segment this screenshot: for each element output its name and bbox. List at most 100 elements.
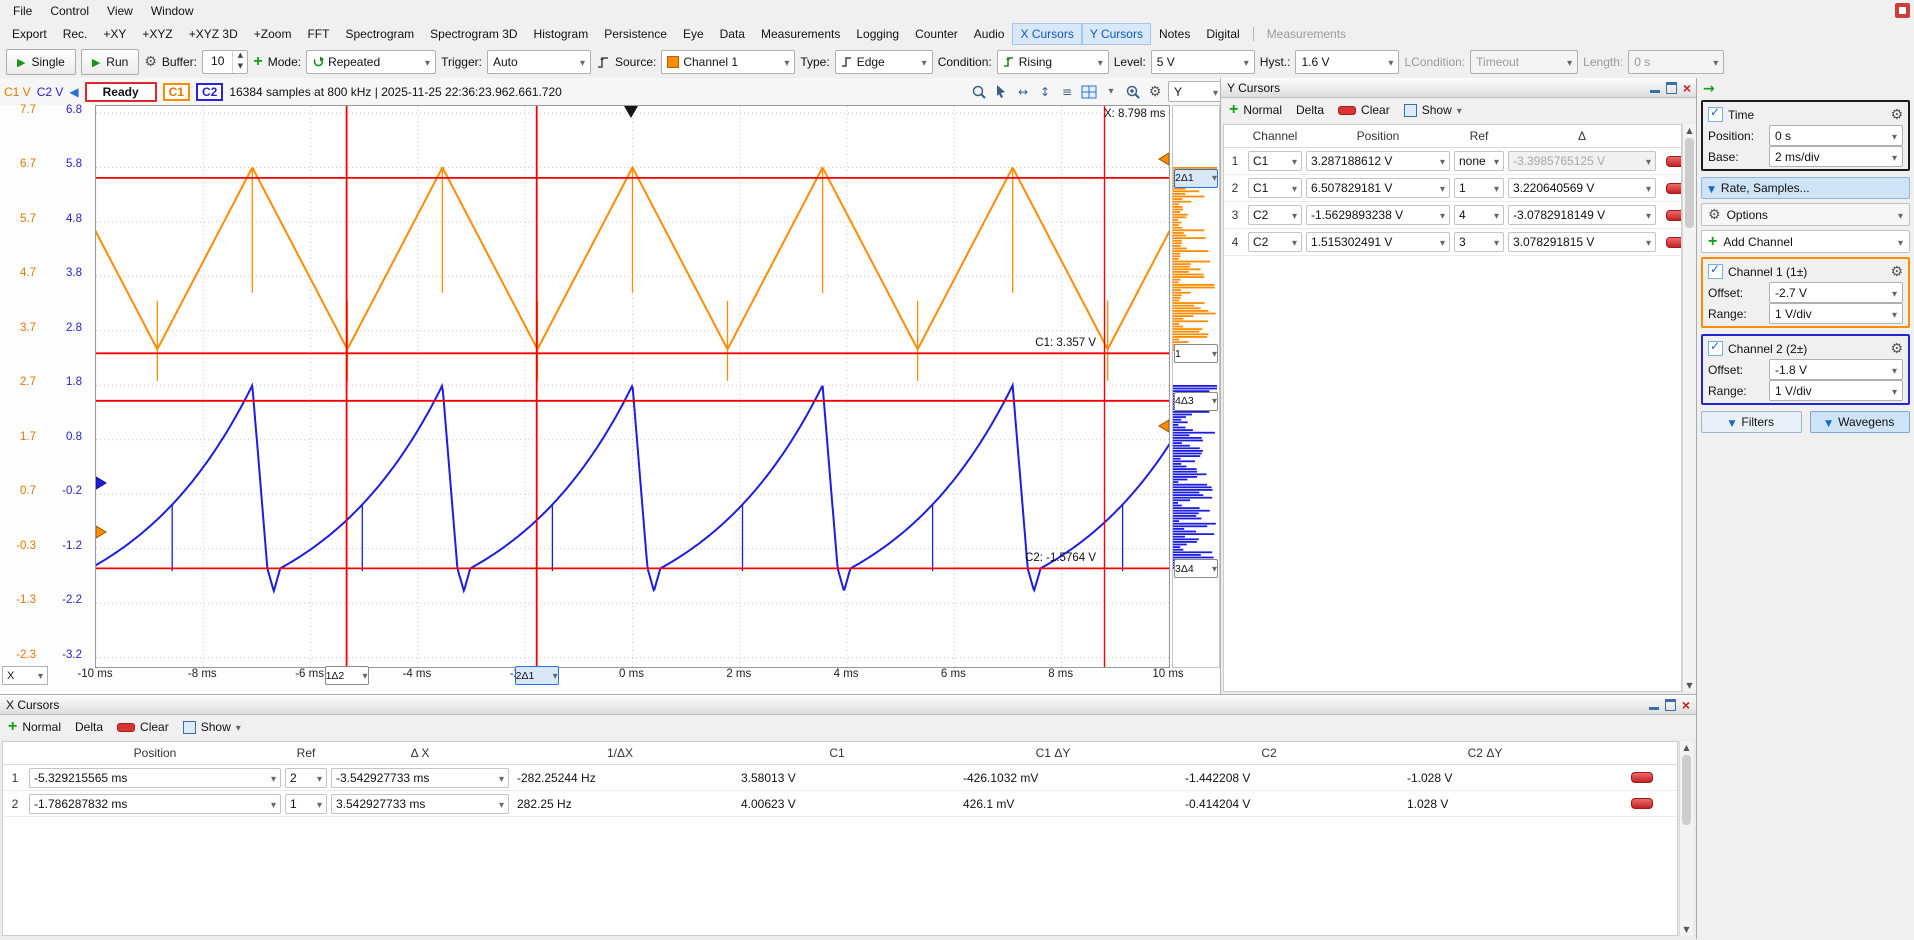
y-panel-scrollbar[interactable]: ▲ ▼ bbox=[1682, 124, 1696, 692]
remove-cursor-button[interactable] bbox=[1631, 772, 1653, 783]
ref-select[interactable]: none bbox=[1454, 151, 1504, 171]
delta-x-select[interactable]: -3.542927733 ms bbox=[331, 768, 509, 788]
tab-rec[interactable]: Rec. bbox=[55, 23, 96, 45]
add-normal-cursor-button[interactable]: Normal bbox=[8, 720, 61, 734]
ref-select[interactable]: 1 bbox=[285, 794, 327, 814]
tab-spectrogram-3d[interactable]: Spectrogram 3D bbox=[422, 23, 525, 45]
filters-button[interactable]: Filters bbox=[1701, 411, 1802, 433]
zoom-in-icon[interactable] bbox=[1124, 83, 1142, 101]
y-cursor-handle[interactable]: 3Δ4 bbox=[1174, 559, 1218, 578]
remove-cursor-button[interactable] bbox=[1631, 798, 1653, 809]
position-select[interactable]: -5.329215565 ms bbox=[29, 768, 281, 788]
scroll-up-icon[interactable]: ▲ bbox=[1683, 124, 1696, 137]
menu-view[interactable]: View bbox=[98, 1, 142, 21]
y-cursor-handle[interactable]: 2Δ1 bbox=[1174, 169, 1218, 188]
fit-vertical-icon[interactable]: ↕ bbox=[1036, 83, 1054, 101]
channel1-ground-marker[interactable] bbox=[96, 526, 106, 538]
delta-select[interactable]: -3.3985765125 V bbox=[1508, 151, 1656, 171]
ref-select[interactable]: 4 bbox=[1454, 205, 1504, 225]
close-icon[interactable]: × bbox=[1682, 700, 1690, 710]
channel-select[interactable]: C1 bbox=[1248, 178, 1302, 198]
tab-xyz[interactable]: +XYZ bbox=[134, 23, 180, 45]
y-cursor-handle[interactable]: 1 bbox=[1174, 344, 1218, 363]
show-menu-button[interactable]: Show bbox=[1404, 103, 1462, 117]
y-scale-select[interactable]: Y bbox=[1168, 81, 1224, 102]
gear-icon[interactable] bbox=[144, 54, 157, 70]
align-levels-icon[interactable]: ≡ bbox=[1058, 83, 1076, 101]
tab-zoom[interactable]: +Zoom bbox=[246, 23, 300, 45]
clear-cursors-button[interactable]: Clear bbox=[1338, 103, 1390, 117]
remove-cursor-button[interactable] bbox=[1666, 210, 1682, 221]
tab-notes[interactable]: Notes bbox=[1151, 23, 1198, 45]
tab-fft[interactable]: FFT bbox=[299, 23, 337, 45]
channel1-tag[interactable]: C1 bbox=[163, 83, 190, 101]
maximize-icon[interactable] bbox=[1665, 699, 1676, 711]
time-position-select[interactable]: 0 s bbox=[1769, 125, 1903, 146]
gear-icon[interactable] bbox=[1890, 264, 1903, 280]
add-channel-button[interactable]: Add Channel bbox=[1701, 230, 1910, 253]
tab-data[interactable]: Data bbox=[712, 23, 753, 45]
gear-icon[interactable] bbox=[1890, 107, 1903, 123]
minimize-icon[interactable] bbox=[1649, 699, 1659, 710]
tab-logging[interactable]: Logging bbox=[848, 23, 907, 45]
add-delta-cursor-button[interactable]: Delta bbox=[1296, 103, 1324, 117]
x-panel-scrollbar[interactable]: ▲ ▼ bbox=[1679, 741, 1693, 936]
delta-x-select[interactable]: 3.542927733 ms bbox=[331, 794, 509, 814]
gear-icon[interactable] bbox=[1890, 341, 1903, 357]
hysteresis-marker[interactable] bbox=[1159, 420, 1169, 432]
scroll-down-icon[interactable]: ▼ bbox=[1680, 923, 1693, 936]
type-select[interactable]: Edge bbox=[835, 50, 933, 74]
condition-select[interactable]: Rising bbox=[997, 50, 1109, 74]
tab-audio[interactable]: Audio bbox=[966, 23, 1013, 45]
menu-window[interactable]: Window bbox=[142, 1, 203, 21]
show-menu-button[interactable]: Show bbox=[183, 720, 241, 734]
add-buffer-icon[interactable] bbox=[253, 55, 262, 69]
trigger-level-marker[interactable] bbox=[1159, 153, 1169, 165]
x-axis-select[interactable]: X bbox=[2, 666, 48, 685]
tab-y-cursors[interactable]: Y Cursors bbox=[1082, 23, 1151, 45]
time-checkbox[interactable] bbox=[1708, 107, 1723, 122]
position-select[interactable]: 3.287188612 V bbox=[1306, 151, 1450, 171]
capture-settings-icon[interactable] bbox=[1146, 83, 1164, 101]
run-button[interactable]: Run bbox=[81, 49, 139, 75]
single-button[interactable]: Single bbox=[6, 49, 76, 75]
stepper-arrows-icon[interactable]: ▲▼ bbox=[232, 51, 247, 73]
y-cursor-handle[interactable]: 4Δ3 bbox=[1174, 392, 1218, 411]
tab-eye[interactable]: Eye bbox=[675, 23, 712, 45]
x-cursor-handle[interactable]: 1Δ2 bbox=[325, 666, 369, 685]
menu-file[interactable]: File bbox=[4, 1, 41, 21]
delta-select[interactable]: 3.220640569 V bbox=[1508, 178, 1656, 198]
minimize-icon[interactable] bbox=[1650, 82, 1660, 93]
channel2-checkbox[interactable] bbox=[1708, 341, 1723, 356]
remove-cursor-button[interactable] bbox=[1666, 156, 1682, 167]
waveform-plot[interactable] bbox=[95, 105, 1170, 668]
channel2-ground-marker[interactable] bbox=[96, 477, 106, 489]
channel1-range-select[interactable]: 1 V/div bbox=[1769, 303, 1903, 324]
collapse-left-icon[interactable]: ◀ bbox=[69, 85, 78, 99]
position-select[interactable]: -1.5629893238 V bbox=[1306, 205, 1450, 225]
maximize-icon[interactable] bbox=[1666, 82, 1677, 94]
hyst-select[interactable]: 1.6 V bbox=[1295, 50, 1399, 74]
delta-select[interactable]: 3.078291815 V bbox=[1508, 232, 1656, 252]
menu-control[interactable]: Control bbox=[41, 1, 98, 21]
add-normal-cursor-button[interactable]: Normal bbox=[1229, 103, 1282, 117]
position-select[interactable]: 6.507829181 V bbox=[1306, 178, 1450, 198]
scroll-down-icon[interactable]: ▼ bbox=[1683, 679, 1696, 692]
ref-select[interactable]: 3 bbox=[1454, 232, 1504, 252]
x-cursor-handle[interactable]: 2Δ1 bbox=[515, 666, 559, 685]
scroll-thumb[interactable] bbox=[1682, 755, 1691, 825]
timeout-select[interactable]: Timeout bbox=[1470, 50, 1578, 74]
channel-select[interactable]: C1 bbox=[1248, 151, 1302, 171]
rate-samples-button[interactable]: Rate, Samples... bbox=[1701, 177, 1910, 199]
mode-select[interactable]: Repeated bbox=[306, 50, 436, 74]
remove-cursor-button[interactable] bbox=[1666, 237, 1682, 248]
tab-counter[interactable]: Counter bbox=[907, 23, 966, 45]
tab-export[interactable]: Export bbox=[4, 23, 55, 45]
tab-xyz-3d[interactable]: +XYZ 3D bbox=[181, 23, 246, 45]
ref-select[interactable]: 2 bbox=[285, 768, 327, 788]
scroll-thumb[interactable] bbox=[1685, 138, 1694, 228]
clear-cursors-button[interactable]: Clear bbox=[117, 720, 169, 734]
trigger-position-marker[interactable] bbox=[624, 106, 638, 118]
delta-select[interactable]: -3.0782918149 V bbox=[1508, 205, 1656, 225]
buffer-stepper[interactable]: 10 ▲▼ bbox=[202, 50, 248, 74]
